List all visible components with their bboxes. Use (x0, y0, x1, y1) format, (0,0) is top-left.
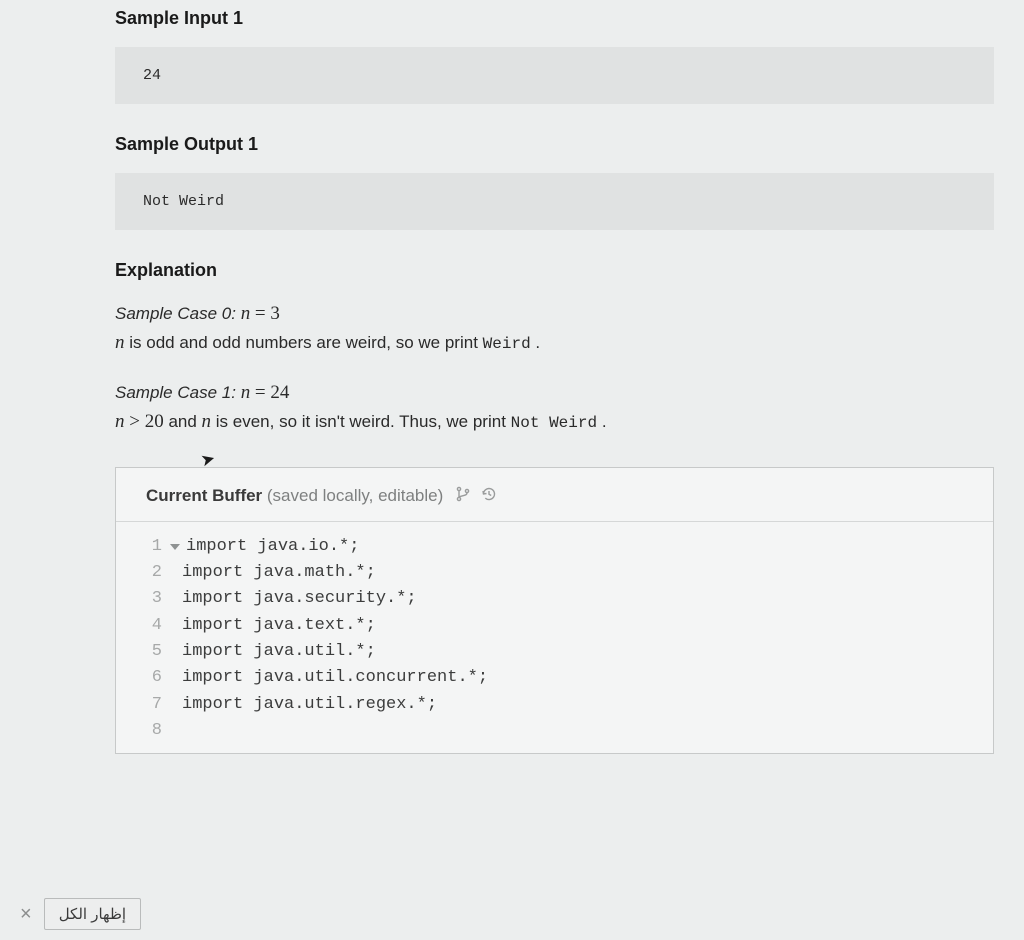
case1-line-a-op-wrap: > (129, 411, 144, 432)
case1-period: . (602, 412, 607, 431)
editor-title-strong: Current Buffer (146, 486, 262, 505)
problem-content: Sample Input 1 24 Sample Output 1 Not We… (0, 0, 1024, 754)
code-text: import java.io.*; (180, 534, 359, 560)
close-icon[interactable]: × (20, 904, 32, 924)
case1-mid: and (168, 412, 201, 431)
case0-line: is odd and odd numbers are weird, so we … (129, 333, 482, 352)
sample-output-block: Not Weird (115, 173, 994, 230)
editor-title-soft: (saved locally, editable) (262, 486, 443, 505)
sample-input-value: 24 (143, 67, 161, 84)
line-number: 7 (116, 692, 164, 718)
code-text: import java.util.concurrent.*; (164, 665, 488, 691)
code-line: 7import java.util.regex.*; (116, 692, 993, 718)
case1-val: 24 (270, 382, 289, 403)
code-line: 2import java.math.*; (116, 560, 993, 586)
case0-period: . (535, 333, 540, 352)
code-text: import java.math.*; (164, 560, 376, 586)
case0-n: n (115, 332, 125, 353)
line-number: 4 (116, 613, 164, 639)
case1-var2: n (202, 411, 212, 432)
line-number: 3 (116, 586, 164, 612)
code-editor[interactable]: 1import java.io.*; 2import java.math.*; … (116, 521, 993, 753)
case0-val: 3 (270, 303, 280, 324)
code-text: import java.util.*; (164, 639, 376, 665)
code-text: import java.util.regex.*; (164, 692, 437, 718)
line-number: 5 (116, 639, 164, 665)
line-number: 2 (116, 560, 164, 586)
case1-line-a-var: n (115, 411, 125, 432)
code-line: 6import java.util.concurrent.*; (116, 665, 993, 691)
case1-var: n (241, 382, 251, 403)
line-number: 6 (116, 665, 164, 691)
explanation-case-0: Sample Case 0: n = 3 n is odd and odd nu… (115, 299, 994, 358)
code-text: import java.security.*; (164, 586, 417, 612)
sample-input-block: 24 (115, 47, 994, 104)
case1-line-a-val: 20 (145, 411, 164, 432)
explanation-body: Sample Case 0: n = 3 n is odd and odd nu… (115, 299, 994, 437)
case1-label: Sample Case 1: (115, 383, 236, 402)
bottom-bar: × إظهار الكل (20, 898, 141, 930)
branch-icon[interactable] (455, 486, 471, 507)
line-number: 8 (116, 718, 164, 744)
fold-caret-icon[interactable] (170, 544, 180, 550)
editor-header: Current Buffer (saved locally, editable) (116, 468, 993, 521)
code-text: import java.text.*; (164, 613, 376, 639)
sample-output-heading: Sample Output 1 (115, 134, 994, 155)
show-all-button[interactable]: إظهار الكل (44, 898, 141, 930)
code-line: 5import java.util.*; (116, 639, 993, 665)
explanation-case-1: Sample Case 1: n = 24 n > 20 and n is ev… (115, 378, 994, 437)
explanation-heading: Explanation (115, 260, 994, 281)
case1-line-b: is even, so it isn't weird. Thus, we pri… (216, 412, 511, 431)
case0-result: Weird (483, 335, 531, 353)
case0-label: Sample Case 0: (115, 304, 236, 323)
code-line: 3import java.security.*; (116, 586, 993, 612)
case0-var: n (241, 303, 251, 324)
line-number: 1 (116, 534, 164, 560)
code-line: 1 import java.io.*; (116, 534, 993, 560)
sample-output-value: Not Weird (143, 193, 224, 210)
editor-panel: Current Buffer (saved locally, editable) (115, 467, 994, 754)
case1-op: = (255, 382, 270, 403)
sample-input-heading: Sample Input 1 (115, 8, 994, 29)
case0-op: = (255, 303, 270, 324)
history-icon[interactable] (481, 486, 497, 507)
case1-result: Not Weird (511, 414, 597, 432)
code-line: 4import java.text.*; (116, 613, 993, 639)
code-line: 8 (116, 718, 993, 744)
